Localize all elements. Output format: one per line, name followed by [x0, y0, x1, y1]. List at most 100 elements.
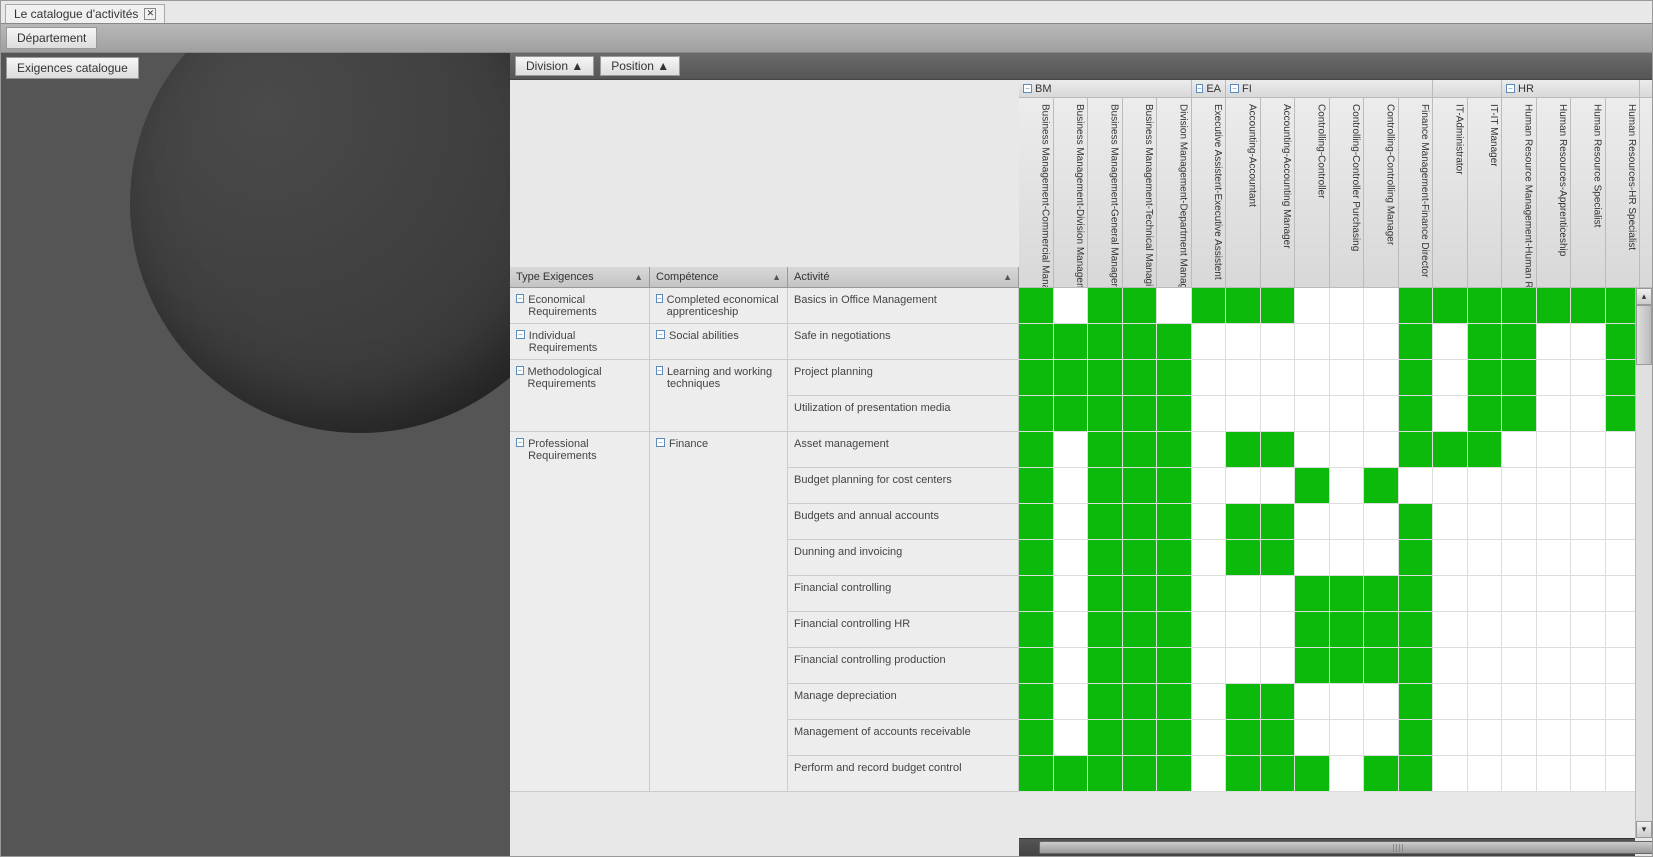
matrix-cell[interactable]	[1571, 468, 1606, 504]
matrix-cell[interactable]	[1468, 684, 1503, 720]
matrix-cell[interactable]	[1261, 540, 1296, 576]
matrix-cell[interactable]	[1123, 720, 1158, 756]
matrix-cell[interactable]	[1157, 504, 1192, 540]
sort-position-button[interactable]: Position ▲	[600, 56, 680, 76]
position-header[interactable]: Human Resources-Apprenticeship	[1537, 98, 1572, 288]
matrix-cell[interactable]	[1088, 612, 1123, 648]
matrix-cell[interactable]	[1157, 288, 1192, 324]
division-header[interactable]: −BM	[1019, 80, 1192, 98]
matrix-cell[interactable]	[1399, 684, 1434, 720]
matrix-cell[interactable]	[1054, 576, 1089, 612]
matrix-cell[interactable]	[1088, 504, 1123, 540]
matrix-cell[interactable]	[1571, 360, 1606, 396]
matrix-cell[interactable]	[1157, 468, 1192, 504]
catalogue-button[interactable]: Exigences catalogue	[6, 57, 139, 79]
matrix-cell[interactable]	[1399, 576, 1434, 612]
matrix-cell[interactable]	[1019, 612, 1054, 648]
matrix-cell[interactable]	[1295, 540, 1330, 576]
matrix-cell[interactable]	[1330, 324, 1365, 360]
row-sort-header[interactable]: Type Exigences▲	[510, 267, 650, 288]
row-sort-header[interactable]: Compétence▲	[650, 267, 788, 288]
matrix-cell[interactable]	[1295, 684, 1330, 720]
matrix-cell[interactable]	[1295, 288, 1330, 324]
matrix-cell[interactable]	[1157, 324, 1192, 360]
matrix-cell[interactable]	[1330, 756, 1365, 792]
position-header[interactable]: Accounting-Accounting Manager	[1261, 98, 1296, 288]
activity-cell[interactable]: Asset management	[788, 432, 1019, 468]
matrix-cell[interactable]	[1088, 360, 1123, 396]
collapse-icon[interactable]: −	[516, 366, 524, 375]
matrix-cell[interactable]	[1468, 504, 1503, 540]
activity-cell[interactable]: Basics in Office Management	[788, 288, 1019, 324]
matrix-cell[interactable]	[1192, 576, 1227, 612]
matrix-cell[interactable]	[1571, 720, 1606, 756]
division-header[interactable]: −FI	[1226, 80, 1433, 98]
matrix-cell[interactable]	[1433, 468, 1468, 504]
scroll-up-icon[interactable]: ▴	[1636, 288, 1652, 305]
activity-cell[interactable]: Financial controlling production	[788, 648, 1019, 684]
matrix-cell[interactable]	[1433, 576, 1468, 612]
matrix-cell[interactable]	[1364, 720, 1399, 756]
matrix-cell[interactable]	[1123, 360, 1158, 396]
matrix-cell[interactable]	[1571, 540, 1606, 576]
matrix-cell[interactable]	[1537, 324, 1572, 360]
matrix-cell[interactable]	[1192, 720, 1227, 756]
matrix-cell[interactable]	[1192, 612, 1227, 648]
matrix-cell[interactable]	[1330, 684, 1365, 720]
matrix-cell[interactable]	[1261, 396, 1296, 432]
matrix-cell[interactable]	[1295, 468, 1330, 504]
division-header[interactable]	[1433, 80, 1502, 98]
matrix-cell[interactable]	[1261, 684, 1296, 720]
matrix-cell[interactable]	[1019, 396, 1054, 432]
position-header[interactable]: Accounting-Accountant	[1226, 98, 1261, 288]
matrix-cell[interactable]	[1019, 684, 1054, 720]
matrix-cell[interactable]	[1364, 756, 1399, 792]
matrix-cell[interactable]	[1399, 396, 1434, 432]
activity-cell[interactable]: Budget planning for cost centers	[788, 468, 1019, 504]
matrix-cell[interactable]	[1433, 432, 1468, 468]
matrix-cell[interactable]	[1537, 612, 1572, 648]
division-header[interactable]: −HR	[1502, 80, 1640, 98]
matrix-cell[interactable]	[1261, 576, 1296, 612]
matrix-cell[interactable]	[1054, 288, 1089, 324]
matrix-cell[interactable]	[1157, 396, 1192, 432]
matrix-cell[interactable]	[1295, 432, 1330, 468]
matrix-cell[interactable]	[1054, 468, 1089, 504]
activity-cell[interactable]: Financial controlling HR	[788, 612, 1019, 648]
matrix-cell[interactable]	[1364, 540, 1399, 576]
matrix-cell[interactable]	[1330, 360, 1365, 396]
matrix-cell[interactable]	[1192, 360, 1227, 396]
matrix-cell[interactable]	[1019, 540, 1054, 576]
matrix-cell[interactable]	[1019, 504, 1054, 540]
matrix-cell[interactable]	[1295, 324, 1330, 360]
matrix-cell[interactable]	[1364, 504, 1399, 540]
matrix-cell[interactable]	[1571, 504, 1606, 540]
matrix-cell[interactable]	[1468, 468, 1503, 504]
matrix-cell[interactable]	[1537, 576, 1572, 612]
matrix-cell[interactable]	[1330, 648, 1365, 684]
matrix-cell[interactable]	[1502, 360, 1537, 396]
division-header[interactable]: −EA	[1192, 80, 1227, 98]
matrix-cell[interactable]	[1054, 540, 1089, 576]
matrix-cell[interactable]	[1295, 720, 1330, 756]
matrix-cell[interactable]	[1364, 288, 1399, 324]
matrix-cell[interactable]	[1468, 576, 1503, 612]
matrix-cell[interactable]	[1399, 756, 1434, 792]
matrix-cell[interactable]	[1123, 288, 1158, 324]
activity-cell[interactable]: Utilization of presentation media	[788, 396, 1019, 432]
matrix-cell[interactable]	[1226, 720, 1261, 756]
position-header[interactable]: IT-Administrator	[1433, 98, 1468, 288]
matrix-cell[interactable]	[1019, 468, 1054, 504]
matrix-cell[interactable]	[1261, 324, 1296, 360]
position-header[interactable]: IT-IT Manager	[1468, 98, 1503, 288]
position-header[interactable]: Finance Management-Finance Director	[1399, 98, 1434, 288]
matrix-cell[interactable]	[1571, 576, 1606, 612]
matrix-cell[interactable]	[1054, 612, 1089, 648]
matrix-cell[interactable]	[1433, 360, 1468, 396]
position-header[interactable]: Business Management-Technical Managing D…	[1123, 98, 1158, 288]
matrix-cell[interactable]	[1571, 288, 1606, 324]
matrix-cell[interactable]	[1261, 360, 1296, 396]
matrix-cell[interactable]	[1157, 684, 1192, 720]
matrix-cell[interactable]	[1433, 648, 1468, 684]
matrix-cell[interactable]	[1364, 612, 1399, 648]
